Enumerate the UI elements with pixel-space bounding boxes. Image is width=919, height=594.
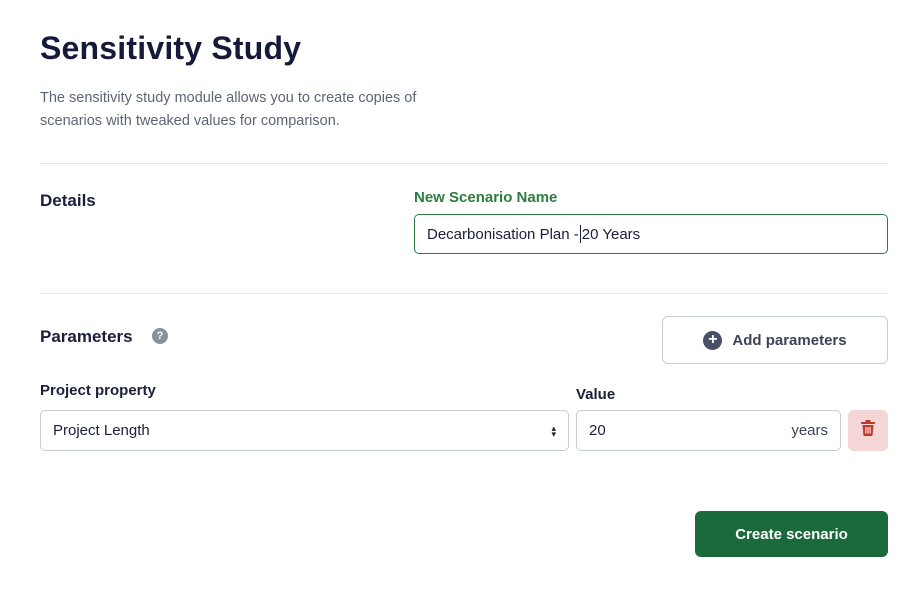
value-unit: years (791, 422, 828, 439)
add-parameters-button[interactable]: + Add parameters (662, 316, 888, 364)
scenario-name-input[interactable]: Decarbonisation Plan -20 Years (414, 214, 888, 254)
scenario-name-label: New Scenario Name (414, 189, 558, 206)
delete-parameter-button[interactable] (848, 410, 888, 451)
divider-top (40, 163, 888, 164)
project-property-value: Project Length (53, 422, 150, 439)
parameters-section-label: Parameters (40, 327, 133, 346)
create-scenario-button[interactable]: Create scenario (695, 511, 888, 557)
value-label: Value (576, 386, 616, 403)
details-section-label: Details (40, 191, 96, 210)
trash-icon (861, 420, 875, 441)
add-parameters-label: Add parameters (732, 331, 847, 349)
scenario-name-text-after: 20 Years (581, 225, 641, 243)
value-input[interactable]: 20 years (576, 410, 841, 451)
project-property-select[interactable]: Project Length ▴ ▾ (40, 410, 569, 451)
divider-middle (40, 293, 888, 294)
help-icon[interactable]: ? (152, 328, 168, 344)
text-caret (579, 225, 581, 243)
scenario-name-text-before: Decarbonisation Plan - (427, 225, 579, 243)
value-text: 20 (589, 422, 606, 439)
plus-circle-icon: + (703, 330, 723, 350)
page-title: Sensitivity Study (40, 30, 302, 66)
select-arrows-icon: ▴ ▾ (551, 422, 556, 439)
project-property-label: Project property (40, 382, 156, 399)
page-description: The sensitivity study module allows you … (40, 90, 417, 129)
